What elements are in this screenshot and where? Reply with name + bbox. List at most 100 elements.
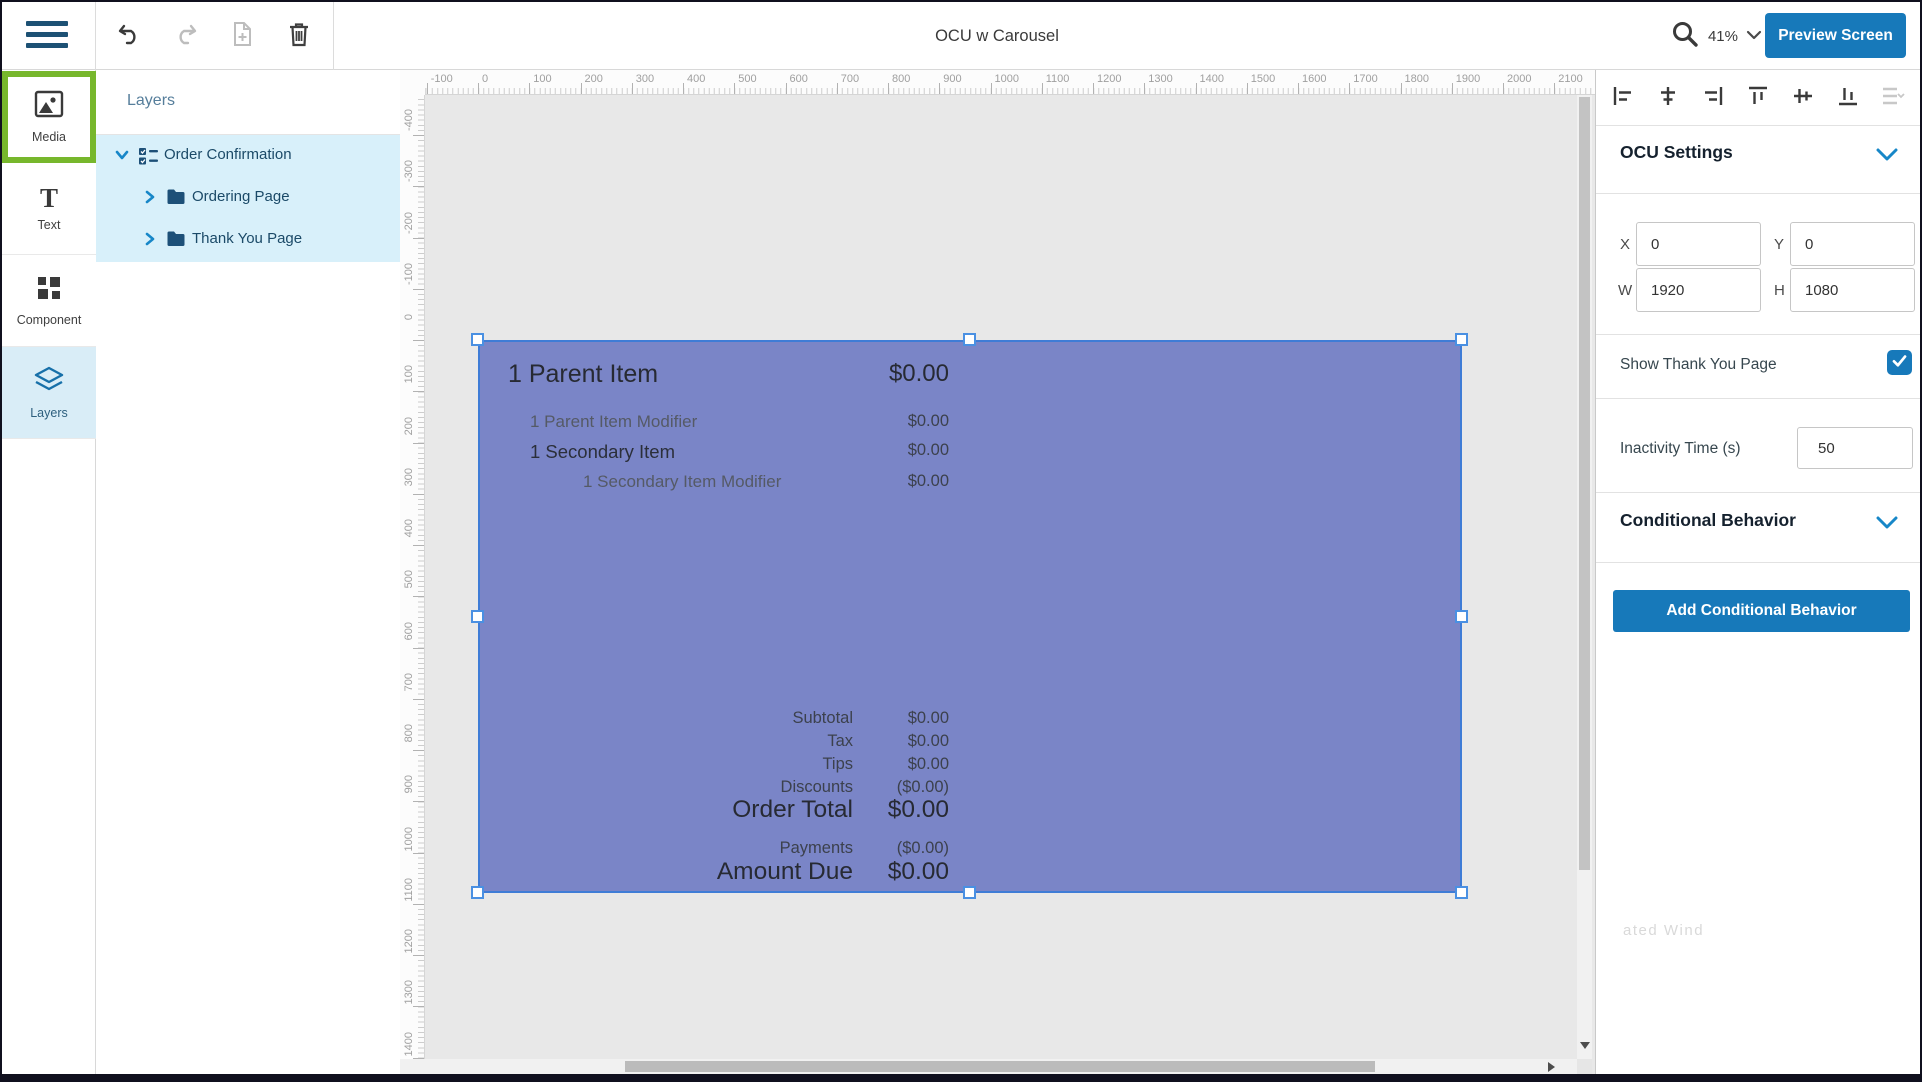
x-input[interactable] [1636, 222, 1761, 266]
selection-handle[interactable] [1455, 610, 1468, 623]
chevron-down-icon[interactable] [1876, 516, 1898, 534]
align-bottom-icon [1836, 84, 1860, 113]
ruler-tick-label: -200 [403, 212, 415, 234]
ruler-tick-label: 0 [482, 73, 488, 85]
ruler-tick-label: -100 [431, 73, 453, 85]
scroll-down-arrow-icon[interactable] [1580, 1042, 1590, 1049]
search-icon[interactable] [1670, 19, 1700, 54]
ruler-tick-label: 2000 [1507, 73, 1531, 85]
conditional-behavior-header[interactable]: Conditional Behavior [1620, 510, 1796, 531]
zoom-level[interactable]: 41% [1708, 28, 1738, 45]
tree-node-thank-you-page[interactable]: Thank You Page [96, 219, 400, 261]
receipt-item-row: 1 Parent Item Modifier$0.00 [480, 412, 950, 436]
w-label: W [1618, 282, 1632, 299]
new-page-icon [230, 21, 254, 52]
receipt-item-row: 1 Secondary Item$0.00 [480, 441, 950, 467]
receipt-total-label: Tax [480, 732, 853, 751]
selected-ocu-element[interactable]: 1 Parent Item$0.001 Parent Item Modifier… [478, 340, 1462, 893]
ruler-tick-label: 2100 [1558, 73, 1582, 85]
divider [1596, 193, 1920, 194]
delete-button[interactable] [282, 19, 316, 53]
chevron-right-icon[interactable] [142, 189, 160, 207]
align-center-vertical-icon [1791, 84, 1815, 113]
vertical-scrollbar[interactable] [1577, 95, 1592, 1062]
divider [1596, 492, 1920, 493]
align-bottom-button[interactable] [1833, 83, 1863, 113]
text-icon: T [40, 185, 58, 211]
ruler-tick-label: 1800 [1405, 73, 1429, 85]
ruler-tick-label: 0 [403, 314, 415, 320]
tree-node-order-confirmation[interactable]: Order Confirmation [96, 135, 400, 177]
horizontal-scrollbar-thumb[interactable] [625, 1061, 1375, 1072]
selection-handle[interactable] [963, 333, 976, 346]
rail-item-label: Text [38, 218, 61, 232]
design-canvas[interactable]: -100010020030040050060070080090010001100… [400, 70, 1595, 1074]
selection-handle[interactable] [471, 886, 484, 899]
tree-node-ordering-page[interactable]: Ordering Page [96, 177, 400, 219]
ruler-tick-label: 700 [403, 673, 415, 691]
inactivity-time-input[interactable] [1797, 427, 1913, 469]
ruler-tick-label: 500 [738, 73, 756, 85]
new-page-button[interactable] [225, 19, 259, 53]
rail-item-layers[interactable]: Layers [2, 347, 96, 439]
distribute-icon [1880, 84, 1906, 113]
align-left-button[interactable] [1608, 83, 1638, 113]
rail-item-text[interactable]: T Text [2, 163, 96, 255]
rail-item-component[interactable]: Component [2, 255, 96, 347]
preview-screen-button[interactable]: Preview Screen [1765, 13, 1906, 58]
rail-item-media[interactable]: Media [2, 71, 96, 163]
folder-icon [166, 230, 186, 250]
selection-handle[interactable] [471, 333, 484, 346]
vertical-scrollbar-thumb[interactable] [1579, 97, 1590, 870]
receipt-total-value: $0.00 [809, 755, 949, 774]
ruler-tick-label: 1600 [1302, 73, 1326, 85]
receipt-total-value: ($0.00) [809, 839, 949, 858]
ruler-tick-label: 200 [403, 417, 415, 435]
y-label: Y [1774, 236, 1784, 253]
receipt-total-row: Subtotal$0.00 [480, 709, 950, 731]
w-input[interactable] [1636, 268, 1761, 312]
layers-panel-title: Layers [127, 92, 175, 110]
receipt-total-row: Tips$0.00 [480, 755, 950, 777]
h-input[interactable] [1790, 268, 1915, 312]
redo-icon [173, 21, 199, 52]
redo-button[interactable] [169, 19, 203, 53]
ruler-tick-label: 100 [533, 73, 551, 85]
page-title: OCU w Carousel [872, 2, 1122, 70]
add-conditional-behavior-button[interactable]: Add Conditional Behavior [1613, 590, 1910, 632]
align-top-icon [1746, 84, 1770, 113]
align-right-button[interactable] [1698, 83, 1728, 113]
align-top-button[interactable] [1743, 83, 1773, 113]
receipt-item-label: 1 Secondary Item Modifier [583, 472, 781, 492]
scroll-right-arrow-icon[interactable] [1548, 1062, 1555, 1072]
ruler-tick-label: 700 [841, 73, 859, 85]
window-frame: OCU w Carousel 41% Preview Screen MediaT… [0, 0, 1922, 1082]
undo-button[interactable] [112, 19, 146, 53]
align-left-icon [1611, 84, 1635, 113]
chevron-down-icon[interactable] [1746, 27, 1762, 45]
y-input[interactable] [1790, 222, 1915, 266]
show-thank-you-checkbox[interactable] [1887, 350, 1912, 375]
ruler-tick-label: 800 [892, 73, 910, 85]
ocu-settings-header[interactable]: OCU Settings [1620, 142, 1733, 163]
selection-handle[interactable] [471, 610, 484, 623]
horizontal-scrollbar[interactable] [400, 1059, 1577, 1074]
chevron-right-icon[interactable] [142, 231, 160, 249]
selection-handle[interactable] [1455, 333, 1468, 346]
ruler-tick-label: 800 [403, 724, 415, 742]
ruler-tick-label: -400 [403, 109, 415, 131]
chevron-down-icon[interactable] [114, 147, 132, 165]
receipt-total-label: Amount Due [480, 858, 853, 886]
rail-item-label: Layers [30, 406, 68, 420]
ruler-tick-label: 1200 [1097, 73, 1121, 85]
hamburger-menu-icon[interactable] [26, 18, 68, 54]
selection-handle[interactable] [963, 886, 976, 899]
selection-handle[interactable] [1455, 886, 1468, 899]
chevron-down-icon[interactable] [1876, 148, 1898, 166]
horizontal-ruler: -100010020030040050060070080090010001100… [425, 70, 1595, 95]
receipt-total-label: Subtotal [480, 709, 853, 728]
undo-icon [116, 21, 142, 52]
align-center-horizontal-button[interactable] [1653, 83, 1683, 113]
align-center-vertical-button[interactable] [1788, 83, 1818, 113]
distribute-button[interactable] [1878, 83, 1908, 113]
